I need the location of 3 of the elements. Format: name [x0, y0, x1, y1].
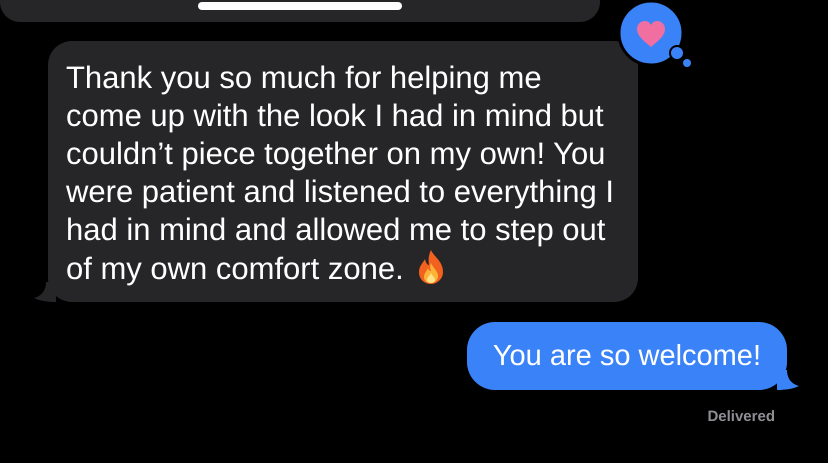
message-text: You are so welcome! [492, 339, 761, 374]
delivery-status: Delivered [707, 407, 775, 427]
message-text: Thank you so much for helping me come up with the look I had in mind but couldn’t piece together on my own! You were patient and listened to everything I had in mind and allowed me to step out of my own comfort zone. [66, 59, 616, 288]
